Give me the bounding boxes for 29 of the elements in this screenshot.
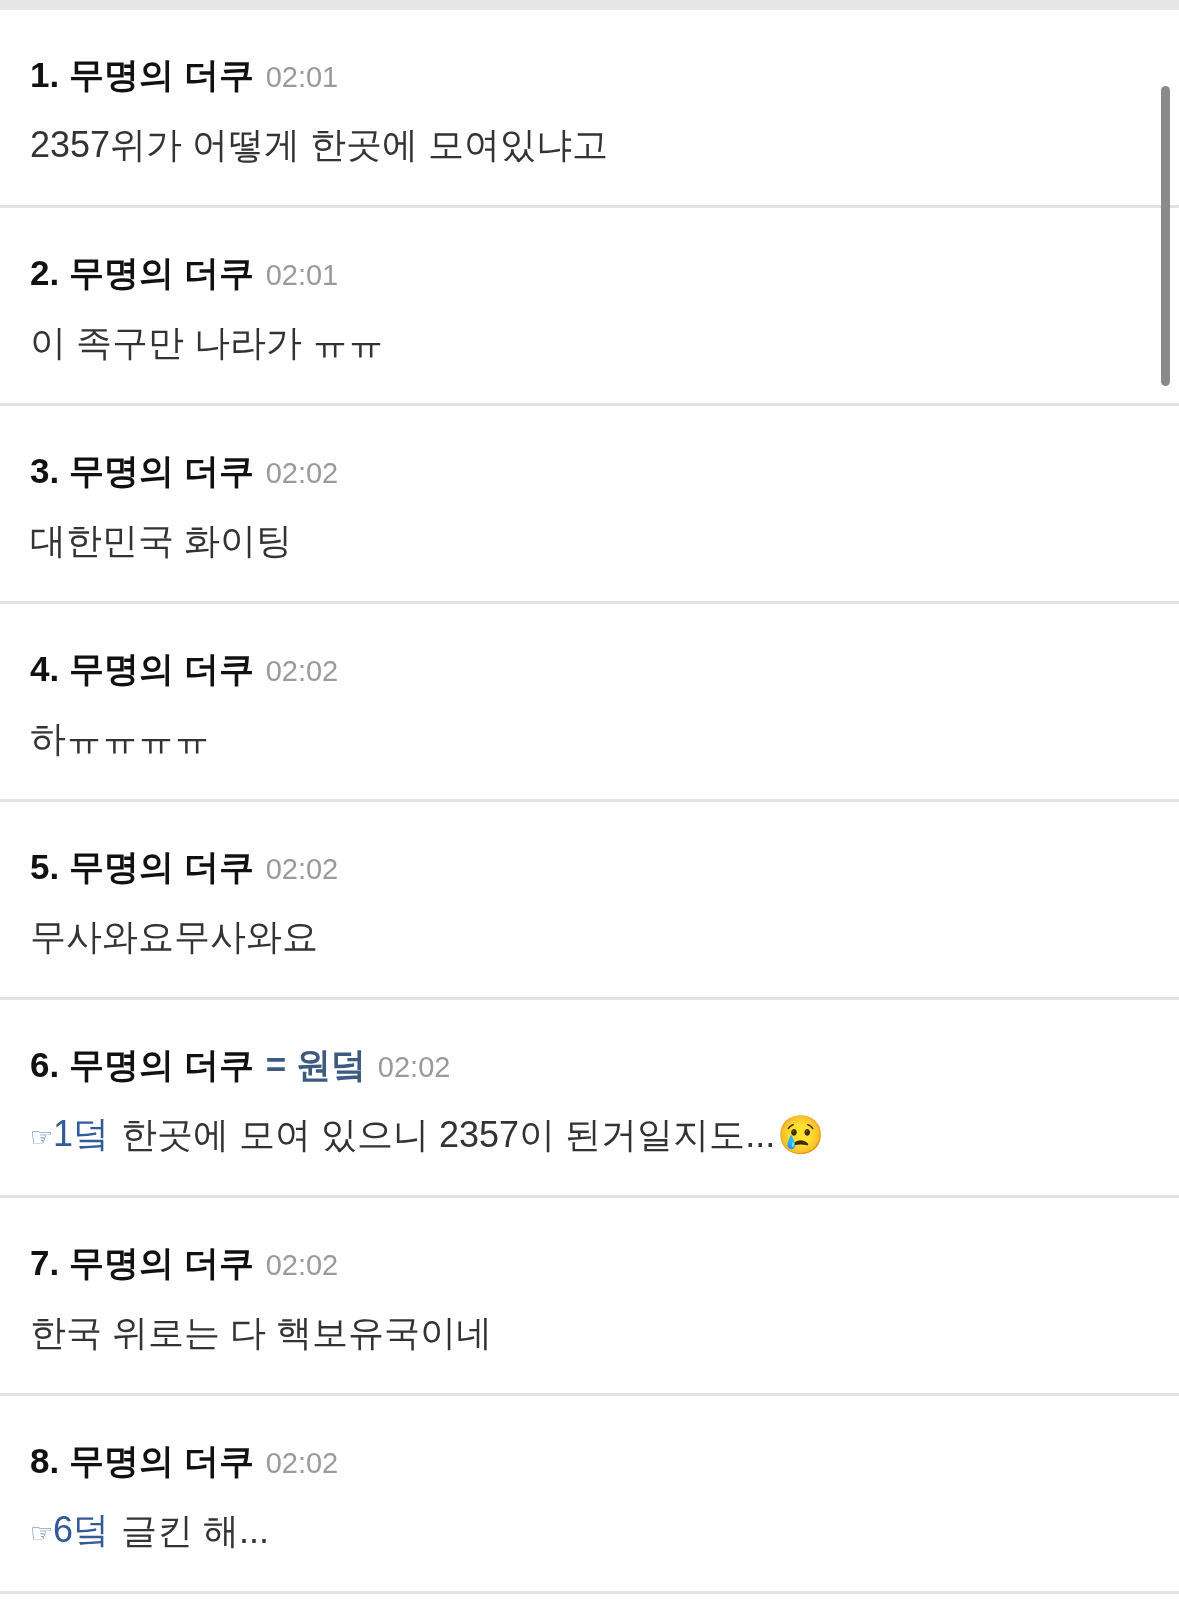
comment-author: 8. 무명의 더쿠 — [30, 1440, 254, 1482]
comment-author: 5. 무명의 더쿠 — [30, 846, 254, 888]
comment-author: 3. 무명의 더쿠 — [30, 450, 254, 492]
comment-text: 한국 위로는 다 핵보유국이네 — [30, 1311, 492, 1355]
comment-time: 02:02 — [265, 456, 339, 491]
comment-text: 하ㅠㅠㅠㅠ — [30, 717, 210, 761]
comment-time: 02:02 — [265, 852, 339, 887]
comment-author: 2. 무명의 더쿠 — [30, 252, 254, 294]
comment-time: 02:02 — [265, 1446, 339, 1481]
comment-text: 한곳에 모여 있으니 2357이 된거일지도... — [121, 1113, 776, 1157]
comment-text: 이 족구만 나라가 ㅠㅠ — [30, 321, 384, 365]
comment-time: 02:02 — [265, 1248, 339, 1283]
comment-author: 7. 무명의 더쿠 — [30, 1242, 254, 1284]
comment-time: 02:01 — [265, 258, 339, 293]
comment-time: 02:01 — [265, 60, 339, 95]
author-alias: = 원덬 — [265, 1044, 366, 1086]
comment-time: 02:02 — [377, 1050, 451, 1085]
comment-text: 글킨 해... — [121, 1509, 270, 1553]
scrollbar[interactable] — [1161, 86, 1170, 386]
reply-link[interactable]: ☞1덬 — [30, 1110, 110, 1160]
comment-text: 2357위가 어떻게 한곳에 모여있냐고 — [30, 123, 609, 167]
comment-time: 02:02 — [265, 654, 339, 689]
comment-author: 4. 무명의 더쿠 — [30, 648, 254, 690]
comment-author: 6. 무명의 더쿠 — [30, 1044, 254, 1086]
comment-text: 무사와요무사와요 — [30, 915, 318, 959]
crying-emoji: 😢 — [777, 1113, 825, 1158]
reply-link[interactable]: ☞6덬 — [30, 1506, 110, 1556]
comment-text: 대한민국 화이팅 — [30, 519, 292, 563]
comment-author: 1. 무명의 더쿠 — [30, 54, 254, 96]
